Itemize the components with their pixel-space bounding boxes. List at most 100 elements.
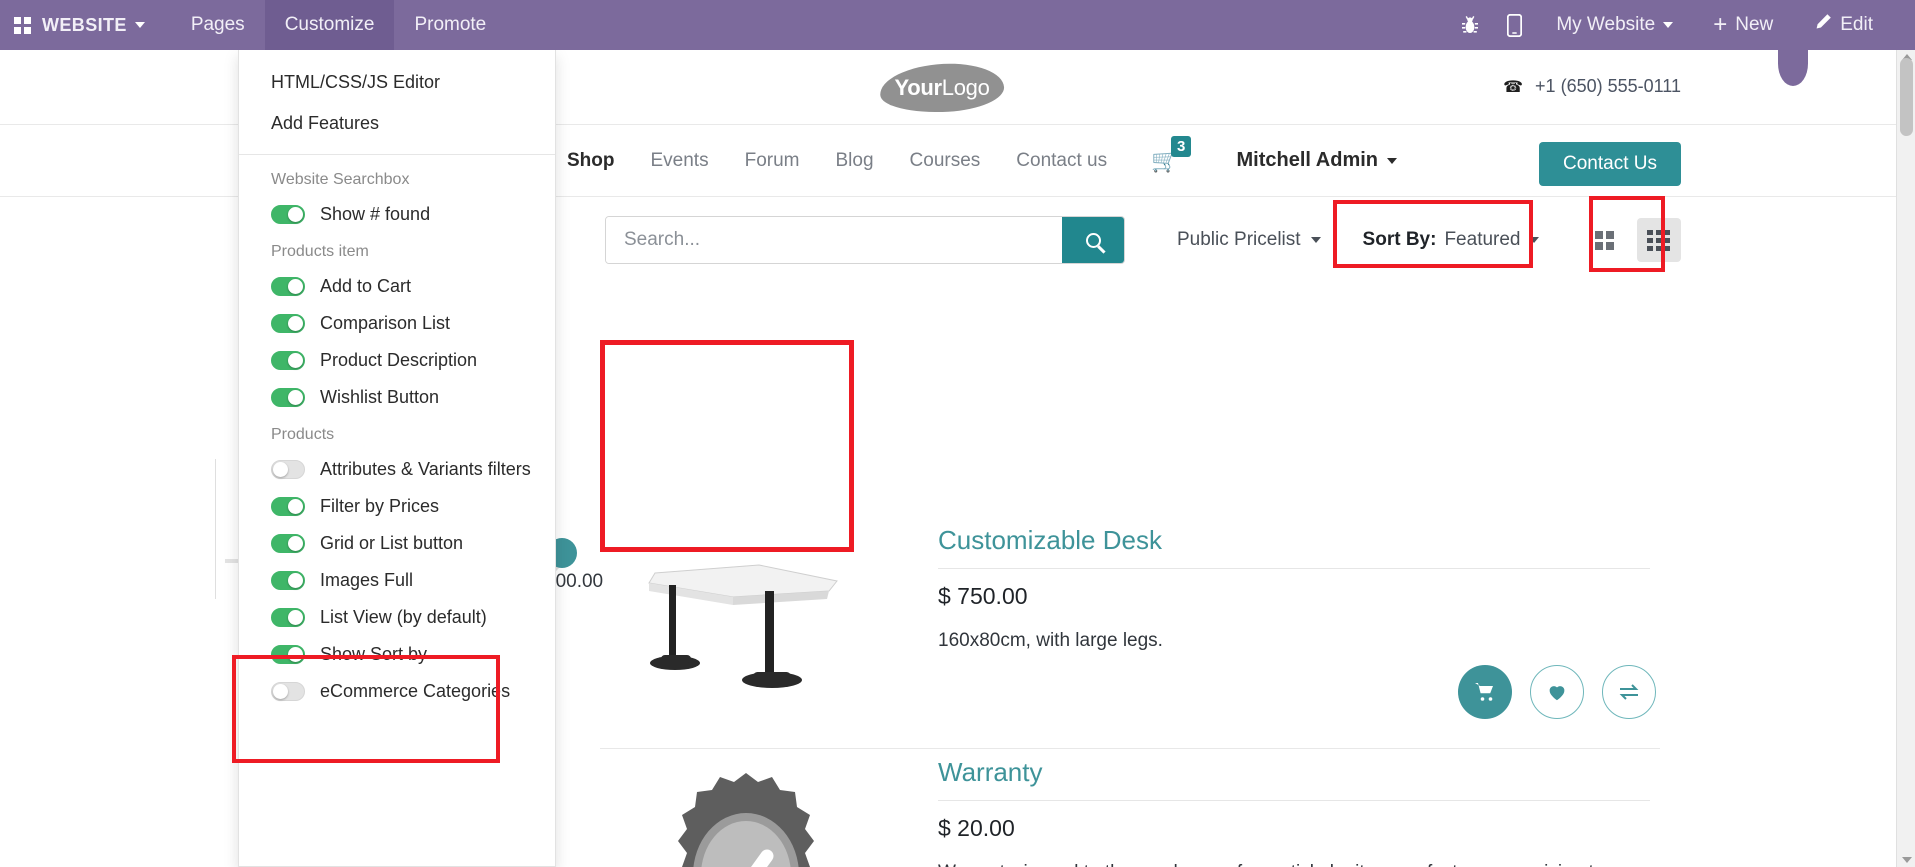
product-info: Warranty $ 20.00 Warranty, issued to the… bbox=[892, 749, 1660, 867]
toggle-label: Comparison List bbox=[320, 313, 450, 334]
toggle-switch[interactable] bbox=[271, 608, 305, 627]
scrollbar-thumb[interactable] bbox=[1900, 58, 1913, 136]
website-app-switcher[interactable]: WEBSITE bbox=[0, 0, 171, 50]
bug-icon[interactable] bbox=[1447, 15, 1493, 35]
product-title-link[interactable]: Warranty bbox=[938, 757, 1650, 800]
cart-button[interactable]: 🛒 3 bbox=[1151, 148, 1178, 174]
site-logo[interactable]: YourLogo bbox=[880, 64, 1004, 112]
nav-item-blog[interactable]: Blog bbox=[818, 150, 892, 172]
apps-grid-icon bbox=[14, 17, 31, 34]
product-title-link[interactable]: Customizable Desk bbox=[938, 525, 1650, 568]
edit-button[interactable]: Edit bbox=[1793, 0, 1893, 50]
toggle-switch[interactable] bbox=[271, 388, 305, 407]
nav-item-courses[interactable]: Courses bbox=[892, 150, 999, 172]
toggle-switch[interactable] bbox=[271, 682, 305, 701]
cart-count-badge: 3 bbox=[1171, 136, 1191, 157]
toggle-add-to-cart[interactable]: Add to Cart bbox=[239, 268, 555, 305]
toggle-switch[interactable] bbox=[271, 497, 305, 516]
website-selector-label: My Website bbox=[1556, 14, 1655, 36]
mobile-preview-icon[interactable] bbox=[1493, 14, 1536, 37]
table-row: Warranty $ 20.00 Warranty, issued to the… bbox=[600, 749, 1660, 867]
grid-view-button[interactable] bbox=[1583, 218, 1627, 262]
product-list: Customizable Desk $ 750.00 160x80cm, wit… bbox=[600, 517, 1660, 867]
user-menu-label: Mitchell Admin bbox=[1237, 149, 1378, 172]
compare-arrows-icon bbox=[1617, 680, 1641, 704]
wishlist-button[interactable] bbox=[1530, 665, 1584, 719]
chevron-down-icon bbox=[1387, 158, 1397, 164]
toggle-comparison-list[interactable]: Comparison List bbox=[239, 305, 555, 342]
search-button[interactable] bbox=[1062, 217, 1124, 263]
chevron-down-icon bbox=[135, 22, 145, 28]
sort-by-dropdown[interactable]: Sort By: Featured bbox=[1349, 220, 1553, 260]
topbar-right-group: My Website + New Edit bbox=[1447, 0, 1915, 50]
pricelist-dropdown[interactable]: Public Pricelist bbox=[1177, 229, 1321, 251]
product-price: $ 20.00 bbox=[938, 815, 1650, 842]
toggle-wishlist-button[interactable]: Wishlist Button bbox=[239, 379, 555, 416]
product-image-desk[interactable] bbox=[600, 517, 892, 734]
topbar-menu-pages[interactable]: Pages bbox=[171, 0, 265, 50]
topbar-menu-customize[interactable]: Customize bbox=[265, 0, 395, 50]
nav-item-events[interactable]: Events bbox=[633, 150, 727, 172]
logo-text-light: Logo bbox=[942, 75, 990, 101]
topbar-menu-promote[interactable]: Promote bbox=[394, 0, 506, 50]
search-input[interactable] bbox=[606, 217, 1062, 263]
nav-item-contact-us[interactable]: Contact us bbox=[998, 150, 1125, 172]
nav-item-shop[interactable]: Shop bbox=[549, 150, 633, 172]
toggle-filter-by-prices[interactable]: Filter by Prices bbox=[239, 488, 555, 525]
toggle-attributes-variants-filters[interactable]: Attributes & Variants filters bbox=[239, 451, 555, 488]
list-view-button[interactable] bbox=[1637, 218, 1681, 262]
page-scrollbar[interactable] bbox=[1896, 50, 1915, 867]
toggle-switch[interactable] bbox=[271, 645, 305, 664]
divider bbox=[938, 800, 1650, 801]
plus-icon: + bbox=[1713, 13, 1727, 37]
toggle-switch[interactable] bbox=[271, 351, 305, 370]
scroll-down-arrow-icon[interactable] bbox=[1902, 857, 1912, 863]
mobile-glyph bbox=[1507, 14, 1522, 37]
toggle-label: Show Sort by bbox=[320, 644, 427, 665]
nav-item-forum[interactable]: Forum bbox=[727, 150, 818, 172]
menu-divider bbox=[239, 154, 555, 155]
sort-by-label: Sort By: bbox=[1363, 229, 1437, 251]
toggle-images-full[interactable]: Images Full bbox=[239, 562, 555, 599]
toggle-switch[interactable] bbox=[271, 460, 305, 479]
phone-icon: ☎ bbox=[1503, 77, 1523, 97]
toggle-product-description[interactable]: Product Description bbox=[239, 342, 555, 379]
menu-item-add-features[interactable]: Add Features bbox=[239, 103, 555, 144]
menu-item-html-css-js-editor[interactable]: HTML/CSS/JS Editor bbox=[239, 62, 555, 103]
toggle-show-sort-by[interactable]: Show Sort by bbox=[239, 636, 555, 673]
user-menu[interactable]: Mitchell Admin bbox=[1237, 149, 1397, 172]
site-main-nav: Shop Events Forum Blog Courses Contact u… bbox=[549, 148, 1397, 174]
pencil-glyph bbox=[1813, 13, 1832, 32]
add-to-cart-button[interactable] bbox=[1458, 665, 1512, 719]
phone-number: +1 (650) 555-0111 bbox=[1535, 76, 1681, 97]
search-box bbox=[605, 216, 1125, 264]
chevron-down-icon bbox=[1311, 237, 1321, 243]
new-button[interactable]: + New bbox=[1693, 0, 1793, 50]
toggle-switch[interactable] bbox=[271, 205, 305, 224]
website-selector[interactable]: My Website bbox=[1536, 0, 1693, 50]
header-phone: ☎ +1 (650) 555-0111 bbox=[1503, 76, 1681, 97]
toggle-grid-or-list-button[interactable]: Grid or List button bbox=[239, 525, 555, 562]
divider bbox=[938, 568, 1650, 569]
group-label-products-item: Products item bbox=[239, 233, 555, 268]
product-description: 160x80cm, with large legs. bbox=[938, 626, 1628, 657]
warranty-badge-icon bbox=[657, 767, 835, 867]
product-image-warranty[interactable] bbox=[600, 749, 892, 867]
toggle-switch[interactable] bbox=[271, 571, 305, 590]
grid-view-icon bbox=[1595, 231, 1614, 250]
compare-button[interactable] bbox=[1602, 665, 1656, 719]
toggle-show-number-found[interactable]: Show # found bbox=[239, 196, 555, 233]
toggle-label: Filter by Prices bbox=[320, 496, 439, 517]
toggle-list-view-by-default[interactable]: List View (by default) bbox=[239, 599, 555, 636]
toggle-label: Product Description bbox=[320, 350, 477, 371]
cart-icon bbox=[1473, 680, 1497, 704]
toggle-switch[interactable] bbox=[271, 314, 305, 333]
toggle-ecommerce-categories[interactable]: eCommerce Categories bbox=[239, 673, 555, 710]
search-icon bbox=[1086, 233, 1101, 248]
toggle-switch[interactable] bbox=[271, 277, 305, 296]
new-button-label: New bbox=[1735, 14, 1773, 36]
toggle-label: Show # found bbox=[320, 204, 430, 225]
contact-us-button[interactable]: Contact Us bbox=[1539, 142, 1681, 186]
toggle-switch[interactable] bbox=[271, 534, 305, 553]
odoo-systray-bar: WEBSITE Pages Customize Promote bbox=[0, 0, 1915, 50]
